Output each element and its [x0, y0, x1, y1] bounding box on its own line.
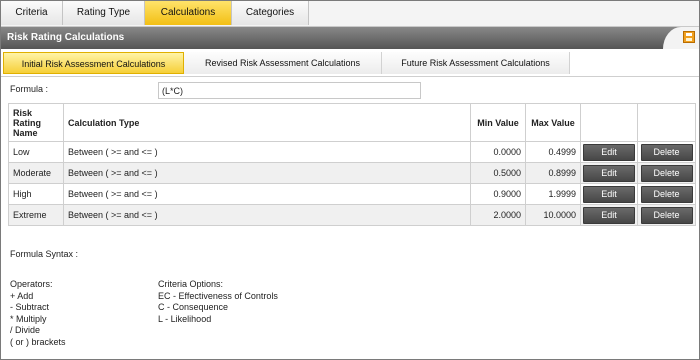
edit-button[interactable]: Edit	[583, 164, 635, 182]
cell-edit: Edit	[580, 183, 638, 205]
table-row: Moderate Between ( >= and <= ) 0.5000 0.…	[8, 162, 696, 184]
cell-calculation-type: Between ( >= and <= )	[63, 204, 471, 226]
operator-item: - Subtract	[10, 302, 50, 313]
col-header-edit	[580, 103, 638, 142]
col-header-delete	[637, 103, 696, 142]
tab-categories[interactable]: Categories	[232, 1, 309, 25]
tab-criteria[interactable]: Criteria	[1, 1, 63, 25]
window: Criteria Rating Type Calculations Catego…	[0, 0, 700, 360]
tab-rating-type[interactable]: Rating Type	[63, 1, 145, 25]
criteria-options-list: Criteria Options: EC - Effectiveness of …	[158, 279, 278, 325]
tab-calculations[interactable]: Calculations	[145, 1, 232, 25]
cell-delete: Delete	[637, 162, 696, 184]
cell-min-value: 0.5000	[470, 162, 526, 184]
edit-button[interactable]: Edit	[583, 185, 635, 203]
formula-input[interactable]	[158, 82, 421, 99]
cell-min-value: 0.9000	[470, 183, 526, 205]
cell-calculation-type: Between ( >= and <= )	[63, 183, 471, 205]
delete-button[interactable]: Delete	[640, 206, 693, 224]
cell-min-value: 0.0000	[470, 141, 526, 163]
cell-edit: Edit	[580, 162, 638, 184]
cell-max-value: 10.0000	[525, 204, 581, 226]
edit-button[interactable]: Edit	[583, 143, 635, 161]
cell-max-value: 0.8999	[525, 162, 581, 184]
sub-tab-bar: Initial Risk Assessment Calculations Rev…	[1, 50, 699, 77]
table-row: Extreme Between ( >= and <= ) 2.0000 10.…	[8, 204, 696, 226]
cell-name: Extreme	[8, 204, 64, 226]
tab-initial-risk-assessment[interactable]: Initial Risk Assessment Calculations	[3, 52, 184, 74]
col-header-calculation-type: Calculation Type	[63, 103, 471, 142]
col-header-max-value: Max Value	[525, 103, 581, 142]
operator-item: ( or ) brackets	[10, 336, 66, 347]
risk-rating-table: Risk Rating Name Calculation Type Min Va…	[8, 103, 696, 226]
col-header-risk-rating-name: Risk Rating Name	[8, 103, 64, 142]
cell-min-value: 2.0000	[470, 204, 526, 226]
criteria-options-title: Criteria Options:	[158, 279, 224, 289]
operator-item: + Add	[10, 290, 34, 301]
delete-button[interactable]: Delete	[640, 143, 693, 161]
criteria-option-item: L - Likelihood	[158, 313, 212, 324]
cell-edit: Edit	[580, 141, 638, 163]
cell-edit: Edit	[580, 204, 638, 226]
cell-delete: Delete	[637, 183, 696, 205]
cell-calculation-type: Between ( >= and <= )	[63, 141, 471, 163]
col-header-min-value: Min Value	[470, 103, 526, 142]
cell-max-value: 1.9999	[525, 183, 581, 205]
operator-item: / Divide	[10, 325, 41, 336]
page-title: Risk Rating Calculations	[7, 32, 125, 43]
formula-label: Formula :	[10, 84, 49, 94]
cell-name: Moderate	[8, 162, 64, 184]
delete-button[interactable]: Delete	[640, 185, 693, 203]
title-bar-corner	[663, 27, 699, 49]
cell-calculation-type: Between ( >= and <= )	[63, 162, 471, 184]
save-icon[interactable]	[683, 31, 695, 43]
formula-syntax-title: Formula Syntax :	[10, 249, 79, 259]
operator-item: * Multiply	[10, 313, 47, 324]
top-tab-bar: Criteria Rating Type Calculations Catego…	[1, 1, 699, 27]
cell-max-value: 0.4999	[525, 141, 581, 163]
edit-button[interactable]: Edit	[583, 206, 635, 224]
cell-name: High	[8, 183, 64, 205]
cell-name: Low	[8, 141, 64, 163]
tab-revised-risk-assessment[interactable]: Revised Risk Assessment Calculations	[184, 52, 382, 74]
cell-delete: Delete	[637, 204, 696, 226]
table-row: High Between ( >= and <= ) 0.9000 1.9999…	[8, 183, 696, 205]
delete-button[interactable]: Delete	[640, 164, 693, 182]
cell-delete: Delete	[637, 141, 696, 163]
criteria-option-item: EC - Effectiveness of Controls	[158, 290, 278, 301]
table-row: Low Between ( >= and <= ) 0.0000 0.4999 …	[8, 141, 696, 163]
table-header-row: Risk Rating Name Calculation Type Min Va…	[8, 103, 696, 142]
criteria-option-item: C - Consequence	[158, 302, 229, 313]
operators-list: Operators: + Add - Subtract * Multiply /…	[10, 279, 66, 349]
operators-title: Operators:	[10, 279, 53, 289]
title-bar: Risk Rating Calculations	[1, 27, 699, 49]
tab-future-risk-assessment[interactable]: Future Risk Assessment Calculations	[382, 52, 570, 74]
